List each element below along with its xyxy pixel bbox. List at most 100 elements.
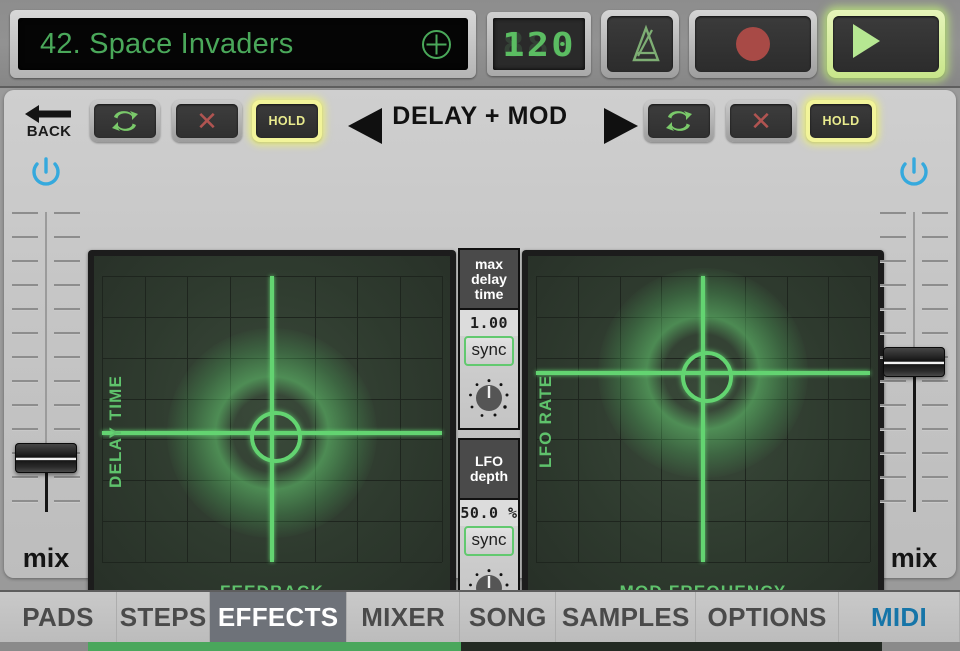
slider-tick	[880, 500, 906, 503]
play-triangle-icon	[853, 24, 880, 58]
top-bar: 42. Space Invaders 888 120	[0, 0, 960, 88]
lfo-depth-sync-button[interactable]: sync	[464, 526, 514, 556]
left-mix-label: mix	[22, 543, 70, 573]
tab-label: SONG	[468, 601, 547, 632]
grid-line	[442, 276, 443, 562]
tab-label: MIXER	[361, 601, 446, 632]
slider-tick	[12, 236, 38, 239]
slider-tick	[54, 284, 80, 287]
loop-icon	[666, 111, 692, 131]
effects-panel: BACK ✕ HOLD DELAY + MOD ✕ HOLD mix DELAY…	[4, 90, 956, 651]
tab-bar: PADS STEPS EFFECTS MIXER SONG SAMPLES OPTIONS M…	[0, 590, 960, 642]
slider-tick	[922, 332, 948, 335]
tab-steps[interactable]: STEPS	[117, 592, 211, 642]
grid-line	[577, 276, 579, 562]
triangle-right-icon[interactable]	[598, 106, 642, 146]
tab-label: MIDI	[870, 601, 928, 632]
slider-tick	[922, 308, 948, 311]
slider-tick	[880, 308, 906, 311]
slider-tick	[12, 260, 38, 263]
tab-effects[interactable]: EFFECTS	[210, 592, 348, 642]
x-icon: ✕	[750, 106, 772, 136]
mod-pad-cursor[interactable]	[681, 351, 733, 404]
tempo-box[interactable]: 888 120	[487, 12, 591, 76]
slider-tick	[880, 332, 906, 335]
record-button[interactable]	[689, 10, 817, 78]
right-mix-label: mix	[890, 543, 938, 573]
slider-tick	[54, 476, 80, 479]
tab-mixer[interactable]: MIXER	[347, 592, 461, 642]
slider-tick	[12, 332, 38, 335]
slider-tick	[12, 284, 38, 287]
delay-xy-pad[interactable]: FEEDBACK DELAY TIME	[88, 250, 456, 610]
tempo-display: 888 120	[493, 18, 585, 70]
slider-tick	[12, 476, 38, 479]
app-root: 42. Space Invaders 888 120 BACK ✕ HOLD D…	[0, 0, 960, 651]
slider-tick	[54, 212, 80, 215]
slider-tick	[880, 452, 906, 455]
right-mix-slider: mix	[872, 150, 956, 573]
tab-options[interactable]: OPTIONS	[696, 592, 840, 642]
slider-tick	[54, 260, 80, 263]
slider-tick	[12, 404, 38, 407]
tab-song[interactable]: SONG	[460, 592, 557, 642]
slider-tick	[922, 404, 948, 407]
tab-pads[interactable]: PADS	[0, 592, 118, 642]
delay-pad-cursor[interactable]	[250, 411, 302, 464]
tab-label: SAMPLES	[561, 601, 690, 632]
power-icon[interactable]	[894, 152, 934, 192]
max-delay-time-value: 1.00 S.	[460, 310, 518, 358]
slider-tick	[54, 332, 80, 335]
tab-samples[interactable]: SAMPLES	[556, 592, 697, 642]
tab-label: OPTIONS	[707, 601, 827, 632]
slider-tick	[880, 476, 906, 479]
slider-tick	[922, 284, 948, 287]
tab-midi[interactable]: MIDI	[839, 592, 960, 642]
slider-tick	[12, 380, 38, 383]
slider-tick	[54, 404, 80, 407]
slider-tick	[12, 308, 38, 311]
metronome-icon	[632, 24, 660, 62]
tab-label: PADS	[22, 601, 94, 632]
slider-tick	[922, 212, 948, 215]
left-mix-slider: mix	[4, 150, 88, 573]
center-controls: max delay time 1.00 S. sync	[458, 248, 520, 628]
hold-button-right[interactable]: HOLD	[806, 100, 876, 142]
plus-circle-icon[interactable]	[421, 29, 452, 60]
slider-tick	[54, 500, 80, 503]
grid-line	[144, 276, 146, 562]
preset-name: 42. Space Invaders	[40, 28, 294, 60]
loop-button-right[interactable]	[644, 100, 714, 142]
clear-button-right[interactable]: ✕	[726, 100, 796, 142]
slider-tick	[54, 428, 80, 431]
delay-pad-y-label: DELAY TIME	[106, 374, 125, 488]
slider-tick	[922, 260, 948, 263]
left-slider-handle[interactable]	[15, 443, 77, 473]
max-delay-time-knob[interactable]	[467, 376, 511, 420]
mod-xy-pad[interactable]: MOD FREQUENCY LFO RATE	[522, 250, 884, 610]
tab-label: EFFECTS	[217, 601, 339, 632]
slider-tick	[922, 380, 948, 383]
metronome-button[interactable]	[601, 10, 679, 78]
grid-line	[102, 562, 442, 563]
slider-tick	[54, 380, 80, 383]
play-button[interactable]	[827, 10, 945, 78]
lfo-depth-title: LFO depth	[460, 440, 518, 500]
max-delay-time-sync-button[interactable]: sync	[464, 336, 514, 366]
mod-pad-y-label: LFO RATE	[536, 374, 555, 468]
hold-label-right: HOLD	[822, 114, 860, 128]
slider-tick	[922, 500, 948, 503]
right-slider-handle[interactable]	[883, 347, 945, 377]
grid-line	[870, 276, 871, 562]
power-icon[interactable]	[26, 152, 66, 192]
slider-tick	[880, 260, 906, 263]
slider-tick	[12, 428, 38, 431]
tab-label: STEPS	[119, 601, 207, 632]
preset-slot[interactable]: 42. Space Invaders	[10, 10, 476, 78]
slider-tick	[54, 308, 80, 311]
grid-line	[828, 276, 830, 562]
tempo-value: 120	[502, 25, 576, 64]
slider-tick	[880, 404, 906, 407]
slider-tick	[12, 212, 38, 215]
grid-line	[399, 276, 401, 562]
